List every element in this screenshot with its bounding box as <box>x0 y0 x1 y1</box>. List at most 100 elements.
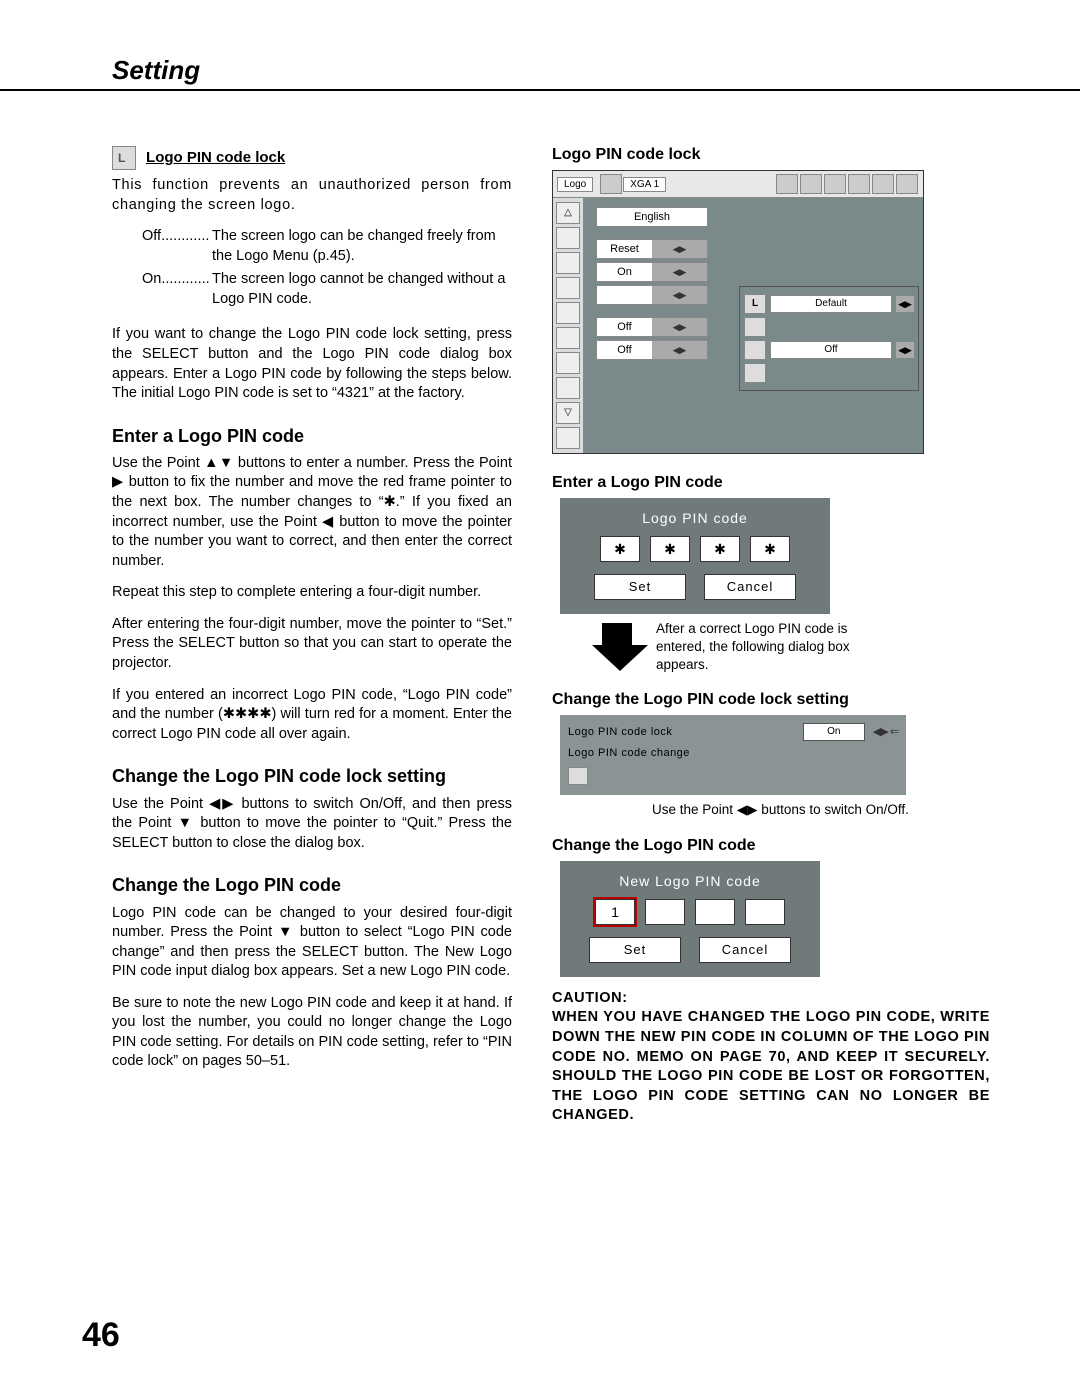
arrows-icon: ◀▶ <box>652 318 707 336</box>
off-text: The screen logo can be changed freely fr… <box>212 227 512 266</box>
sidebar-icon <box>556 427 580 449</box>
page-title: Setting <box>112 55 1080 86</box>
corner-icon <box>568 767 588 785</box>
caution-block: CAUTION: WHEN YOU HAVE CHANGED THE LOGO … <box>552 989 990 1126</box>
sidebar-icon <box>556 252 580 274</box>
topbar-icon <box>896 174 918 194</box>
submenu-row <box>744 363 914 383</box>
menu-option: Off◀▶ <box>596 317 708 337</box>
sidebar-icon: △ <box>556 202 580 224</box>
on-label: On............ <box>142 270 212 309</box>
caution-label: CAUTION: <box>552 989 990 1009</box>
pin-box: ✱ <box>700 536 740 562</box>
caution-text: WHEN YOU HAVE CHANGED THE LOGO PIN CODE,… <box>552 1008 990 1125</box>
paragraph: If you want to change the Logo PIN code … <box>112 325 512 403</box>
off-on-list: Off............ The screen logo can be c… <box>142 227 512 309</box>
topbar-icon <box>848 174 870 194</box>
sidebar-icon: ▽ <box>556 402 580 424</box>
opt-label: English <box>597 208 707 226</box>
menu-figure: Logo XGA 1 △ <box>552 170 924 454</box>
submenu-icon <box>744 340 766 360</box>
menu-main: English Reset◀▶ On◀▶ ◀▶ Off◀▶ Off◀▶ L De… <box>584 198 923 453</box>
submenu-row <box>744 317 914 337</box>
right-column: Logo PIN code lock Logo XGA 1 <box>552 146 990 1126</box>
pin-box: ✱ <box>650 536 690 562</box>
lock-value: On <box>803 723 865 741</box>
topbar-icon <box>824 174 846 194</box>
submenu-value: Default <box>770 295 892 313</box>
figure-title: Change the Logo PIN code <box>552 837 990 855</box>
menu-topbar: Logo XGA 1 <box>553 171 923 198</box>
sidebar-icon <box>556 327 580 349</box>
submenu-icon <box>744 363 766 383</box>
arrows-icon: ◀▶ <box>896 342 914 358</box>
topbar-icon <box>600 174 622 194</box>
menu-option: Off◀▶ <box>596 340 708 360</box>
pin-dialog: Logo PIN code ✱ ✱ ✱ ✱ Set Cancel <box>560 498 830 614</box>
menu-option: Reset◀▶ <box>596 239 708 259</box>
list-item: Off............ The screen logo can be c… <box>142 227 512 266</box>
topbar-icon <box>872 174 894 194</box>
submenu: L Default ◀▶ Off ◀▶ <box>739 286 919 391</box>
pin-box <box>695 899 735 925</box>
paragraph: Repeat this step to complete entering a … <box>112 583 512 603</box>
opt-label: On <box>597 263 652 281</box>
lock-row2: Logo PIN code change <box>568 747 898 759</box>
figure-title: Change the Logo PIN code lock setting <box>552 691 990 709</box>
submenu-row: L Default ◀▶ <box>744 294 914 314</box>
pin-box <box>745 899 785 925</box>
cancel-button: Cancel <box>704 574 796 600</box>
page: Setting Logo PIN code lock This function… <box>0 0 1080 1397</box>
section-title: Logo PIN code lock <box>146 149 285 166</box>
submenu-row: Off ◀▶ <box>744 340 914 360</box>
opt-label: Reset <box>597 240 652 258</box>
pin-box: ✱ <box>600 536 640 562</box>
menu-sidebar: △ ▽ <box>553 198 584 453</box>
logo-lock-icon <box>112 146 136 170</box>
sidebar-icon <box>556 377 580 399</box>
paragraph: After entering the four-digit number, mo… <box>112 615 512 674</box>
menu-body: △ ▽ English Reset◀▶ <box>553 198 923 453</box>
arrow-row: After a correct Logo PIN code is entered… <box>592 620 990 675</box>
paragraph: Logo PIN code can be changed to your des… <box>112 904 512 982</box>
topbar-icon <box>800 174 822 194</box>
arrows-icon: ◀▶ <box>652 263 707 281</box>
menu-option: On◀▶ <box>596 262 708 282</box>
figure-title: Enter a Logo PIN code <box>552 474 990 492</box>
paragraph: If you entered an incorrect Logo PIN cod… <box>112 686 512 745</box>
lock-note: Use the Point ◀▶ buttons to switch On/Of… <box>652 801 990 819</box>
page-number: 46 <box>82 1316 120 1355</box>
opt-label: Off <box>597 341 652 359</box>
on-text: The screen logo cannot be changed withou… <box>212 270 512 309</box>
l-icon: L <box>744 294 766 314</box>
header: Setting <box>0 55 1080 91</box>
lock-dialog: Logo PIN code lock On ◀▶ ⇐ Logo PIN code… <box>560 715 906 795</box>
down-arrow-icon <box>592 623 642 671</box>
heading-change-pin: Change the Logo PIN code <box>112 873 512 897</box>
list-item: On............ The screen logo cannot be… <box>142 270 512 309</box>
left-column: Logo PIN code lock This function prevent… <box>112 146 512 1126</box>
heading-enter-pin: Enter a Logo PIN code <box>112 424 512 448</box>
figure-title: Logo PIN code lock <box>552 146 990 164</box>
sidebar-icon <box>556 227 580 249</box>
arrows-icon: ◀▶ <box>652 240 707 258</box>
dialog-buttons: Set Cancel <box>560 937 820 963</box>
submenu-value: Off <box>770 341 892 359</box>
menu-option: ◀▶ <box>596 285 708 305</box>
columns: Logo PIN code lock This function prevent… <box>0 146 1080 1126</box>
dialog-buttons: Set Cancel <box>560 574 830 600</box>
pin-box: ✱ <box>750 536 790 562</box>
lock-label: Logo PIN code lock <box>568 726 795 738</box>
off-label: Off............ <box>142 227 212 266</box>
sidebar-icon <box>556 302 580 324</box>
heading-change-lock: Change the Logo PIN code lock setting <box>112 764 512 788</box>
set-button: Set <box>589 937 681 963</box>
paragraph: Be sure to note the new Logo PIN code an… <box>112 994 512 1072</box>
set-button: Set <box>594 574 686 600</box>
sidebar-icon <box>556 277 580 299</box>
pin-boxes: ✱ ✱ ✱ ✱ <box>560 536 830 562</box>
menu-xga-label: XGA 1 <box>623 177 666 192</box>
new-pin-dialog: New Logo PIN code 1 Set Cancel <box>560 861 820 977</box>
section-logo-pin-lock: Logo PIN code lock <box>112 146 512 170</box>
submenu-icon <box>744 317 766 337</box>
